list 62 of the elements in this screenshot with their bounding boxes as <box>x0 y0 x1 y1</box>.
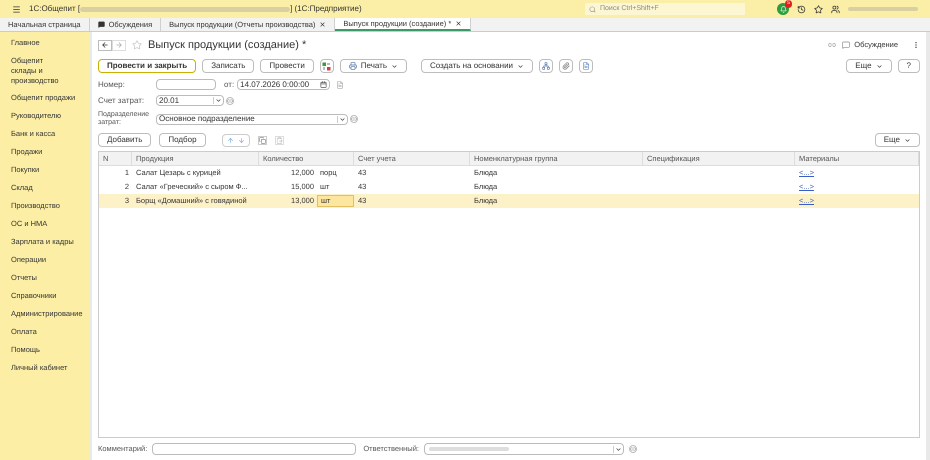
history-icon[interactable] <box>797 4 806 14</box>
number-field[interactable] <box>156 79 216 90</box>
pick-button[interactable]: Подбор <box>159 133 206 147</box>
open-link-icon[interactable] <box>628 445 637 453</box>
help-button[interactable]: ? <box>898 59 920 73</box>
chat-icon <box>98 21 105 28</box>
field-label: Номер: <box>98 78 126 90</box>
more-button[interactable]: Еще <box>846 59 892 73</box>
close-icon[interactable] <box>319 21 326 28</box>
back-button[interactable] <box>98 40 112 50</box>
post-close-button[interactable]: Провести и закрыть <box>98 59 196 73</box>
caret-icon <box>904 136 911 144</box>
caret-icon <box>517 62 524 70</box>
caret-icon <box>215 97 222 104</box>
redacted-bar <box>848 7 918 11</box>
icon-button[interactable] <box>320 59 334 73</box>
menu-icon[interactable] <box>12 4 21 14</box>
open-link-icon[interactable] <box>350 115 358 123</box>
date-field[interactable]: 14.07.2026 0:00:00 <box>237 79 330 90</box>
field-label: от: <box>224 78 234 90</box>
calendar-icon <box>320 81 328 88</box>
move-up-icon[interactable] <box>226 136 234 144</box>
icon-button[interactable] <box>579 59 594 73</box>
window-title: 1С:Общепит [ <box>29 3 80 15</box>
caret-icon <box>339 116 346 122</box>
paste-icon[interactable] <box>274 136 284 144</box>
paperclip-icon <box>562 62 570 70</box>
responsible-field[interactable] <box>424 443 624 455</box>
search-icon <box>589 6 596 12</box>
comment-field[interactable] <box>152 443 356 455</box>
move-down-icon[interactable] <box>238 136 245 144</box>
open-link-icon[interactable] <box>226 96 234 104</box>
department-field[interactable]: Основное подразделение <box>156 114 348 124</box>
document-icon <box>582 62 590 70</box>
icon-button[interactable] <box>559 59 574 73</box>
more-button[interactable]: Еще <box>874 133 920 147</box>
window-title: ] (1С:Предприятие) <box>290 3 362 15</box>
back-icon <box>101 41 109 49</box>
caret-icon <box>391 62 398 70</box>
close-icon[interactable] <box>455 20 462 27</box>
forward-icon <box>115 41 123 49</box>
field-label: Счет затрат: <box>98 94 146 106</box>
star-icon[interactable] <box>814 4 823 14</box>
form-title: Выпуск продукции (создание) * <box>148 38 306 53</box>
account-field[interactable]: 20.01 <box>156 95 224 106</box>
document-icon[interactable] <box>336 80 344 88</box>
print-button[interactable]: Печать <box>340 59 408 73</box>
users-icon[interactable] <box>831 4 840 14</box>
caret-icon <box>614 446 622 452</box>
chat-icon <box>842 41 850 49</box>
structure-icon <box>542 62 550 70</box>
button[interactable]: Записать <box>202 59 254 73</box>
printer-icon <box>348 62 357 70</box>
copy-icon[interactable] <box>258 136 267 144</box>
menu-button[interactable]: Создать на основании <box>421 59 534 73</box>
caret-icon <box>876 62 883 70</box>
bell-icon <box>780 6 786 12</box>
link-icon[interactable] <box>828 41 836 49</box>
debit-credit-icon <box>322 62 332 70</box>
button[interactable]: Провести <box>260 59 314 73</box>
icon-button[interactable] <box>539 59 554 73</box>
add-button[interactable]: Добавить <box>98 133 152 147</box>
